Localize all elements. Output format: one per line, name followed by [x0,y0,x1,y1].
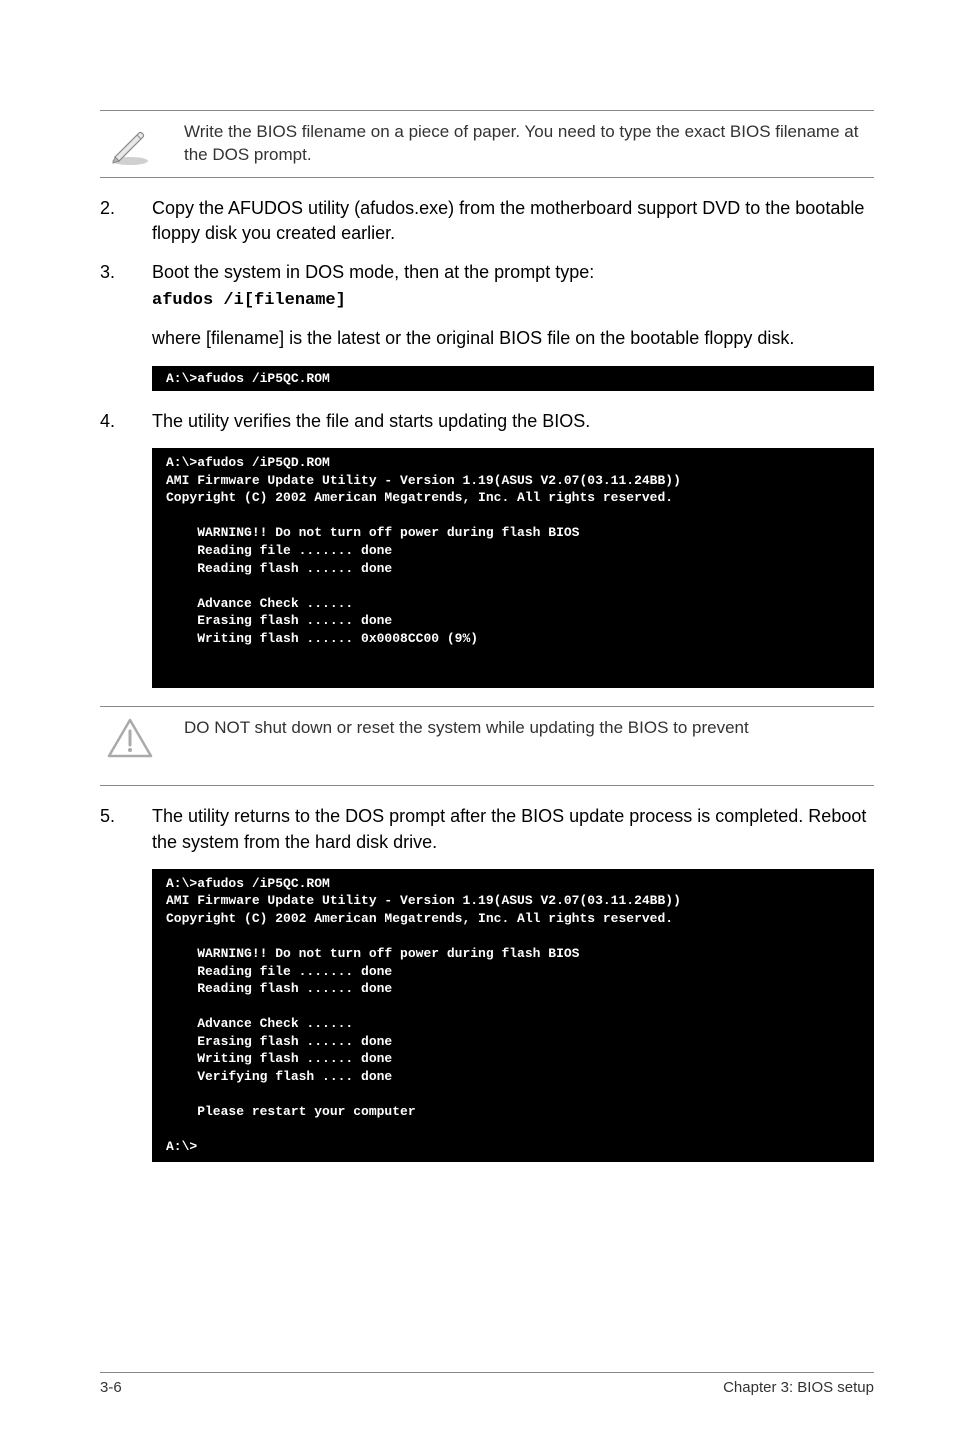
terminal-2: A:\>afudos /iP5QD.ROM AMI Firmware Updat… [152,448,874,688]
page-footer: 3-6 Chapter 3: BIOS setup [100,1372,874,1396]
note-icon-cell [100,121,160,167]
step-body: The utility verifies the file and starts… [152,409,874,434]
step-body: Boot the system in DOS mode, then at the… [152,260,874,312]
step-5: 5. The utility returns to the DOS prompt… [100,804,874,854]
page: Write the BIOS filename on a piece of pa… [0,0,954,1438]
step-body: Copy the AFUDOS utility (afudos.exe) fro… [152,196,874,246]
note-text-2: DO NOT shut down or reset the system whi… [184,717,749,740]
step-2: 2. Copy the AFUDOS utility (afudos.exe) … [100,196,874,246]
step-4: 4. The utility verifies the file and sta… [100,409,874,434]
terminal-3: A:\>afudos /iP5QC.ROM AMI Firmware Updat… [152,869,874,1162]
footer-page-number: 3-6 [100,1379,122,1396]
note-block-1: Write the BIOS filename on a piece of pa… [100,110,874,178]
pencil-icon [107,121,153,167]
note-text-1: Write the BIOS filename on a piece of pa… [184,121,874,167]
step3-command: afudos /i[filename] [152,291,346,310]
step-number: 5. [100,804,122,854]
step3-line1: Boot the system in DOS mode, then at the… [152,262,594,282]
note-block-2: DO NOT shut down or reset the system whi… [100,706,874,786]
terminal-1: A:\>afudos /iP5QC.ROM [152,366,874,392]
step-number: 4. [100,409,122,434]
step-body: The utility returns to the DOS prompt af… [152,804,874,854]
step-3: 3. Boot the system in DOS mode, then at … [100,260,874,312]
para-filename-explain: where [filename] is the latest or the or… [152,326,874,351]
warning-icon [107,717,153,759]
step-number: 3. [100,260,122,312]
warning-icon-cell [100,717,160,759]
footer-chapter: Chapter 3: BIOS setup [723,1379,874,1396]
step-number: 2. [100,196,122,246]
